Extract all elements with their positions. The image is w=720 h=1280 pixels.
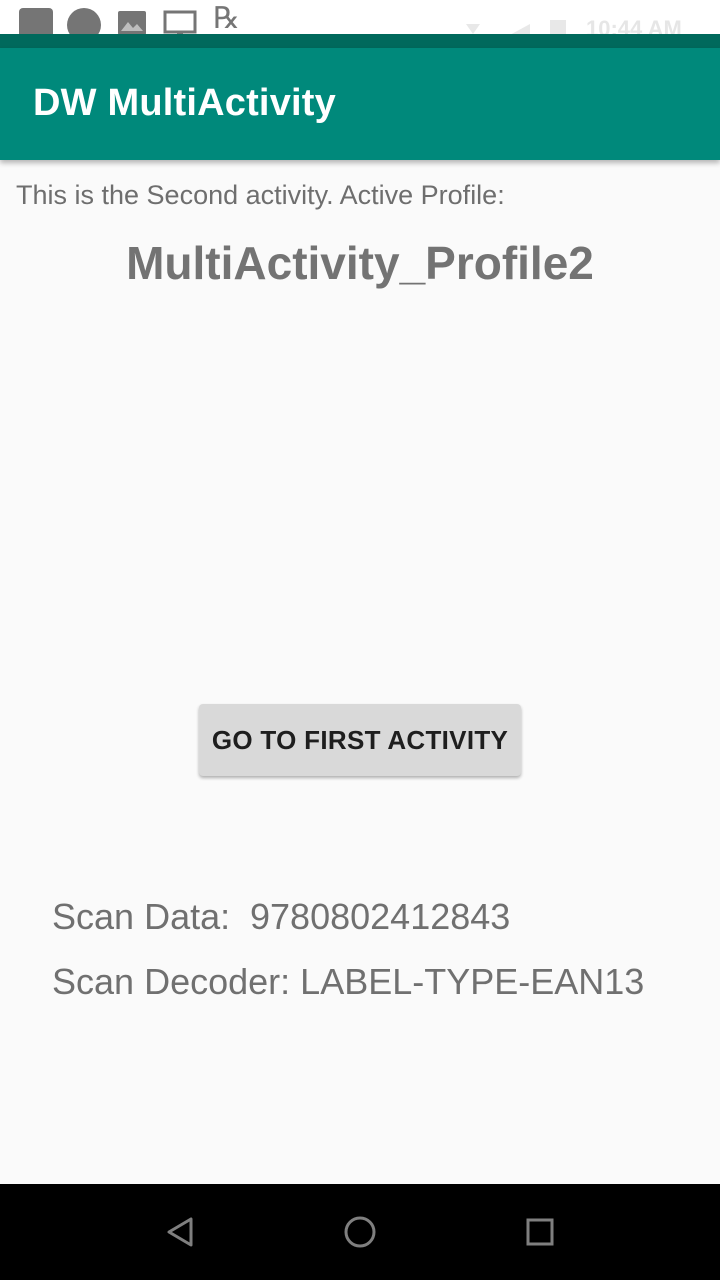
status-bar-strip xyxy=(0,34,720,48)
home-button[interactable] xyxy=(300,1184,420,1280)
home-icon xyxy=(344,1216,376,1248)
back-icon xyxy=(167,1217,193,1247)
navigation-bar xyxy=(0,1184,720,1280)
active-profile-name: MultiActivity_Profile2 xyxy=(126,237,594,289)
scan-decoder-label: Scan Decoder: xyxy=(52,961,291,1002)
status-bar: ℞ 10:44 AM xyxy=(0,0,720,48)
app-title: DW MultiActivity xyxy=(33,82,336,124)
scan-decoder-row: Scan Decoder: LABEL-TYPE-EAN13 xyxy=(32,919,644,1003)
scan-decoder-value: LABEL-TYPE-EAN13 xyxy=(300,961,645,1002)
rx-icon: ℞ xyxy=(213,1,240,36)
back-button[interactable] xyxy=(120,1184,240,1280)
go-to-first-activity-button[interactable]: GO TO FIRST ACTIVITY xyxy=(199,704,521,776)
app-bar: DW MultiActivity xyxy=(0,48,720,160)
recent-apps-button[interactable] xyxy=(480,1184,600,1280)
photo-icon xyxy=(118,11,146,35)
intro-text: This is the Second activity. Active Prof… xyxy=(16,180,505,210)
recent-apps-icon xyxy=(526,1218,554,1246)
